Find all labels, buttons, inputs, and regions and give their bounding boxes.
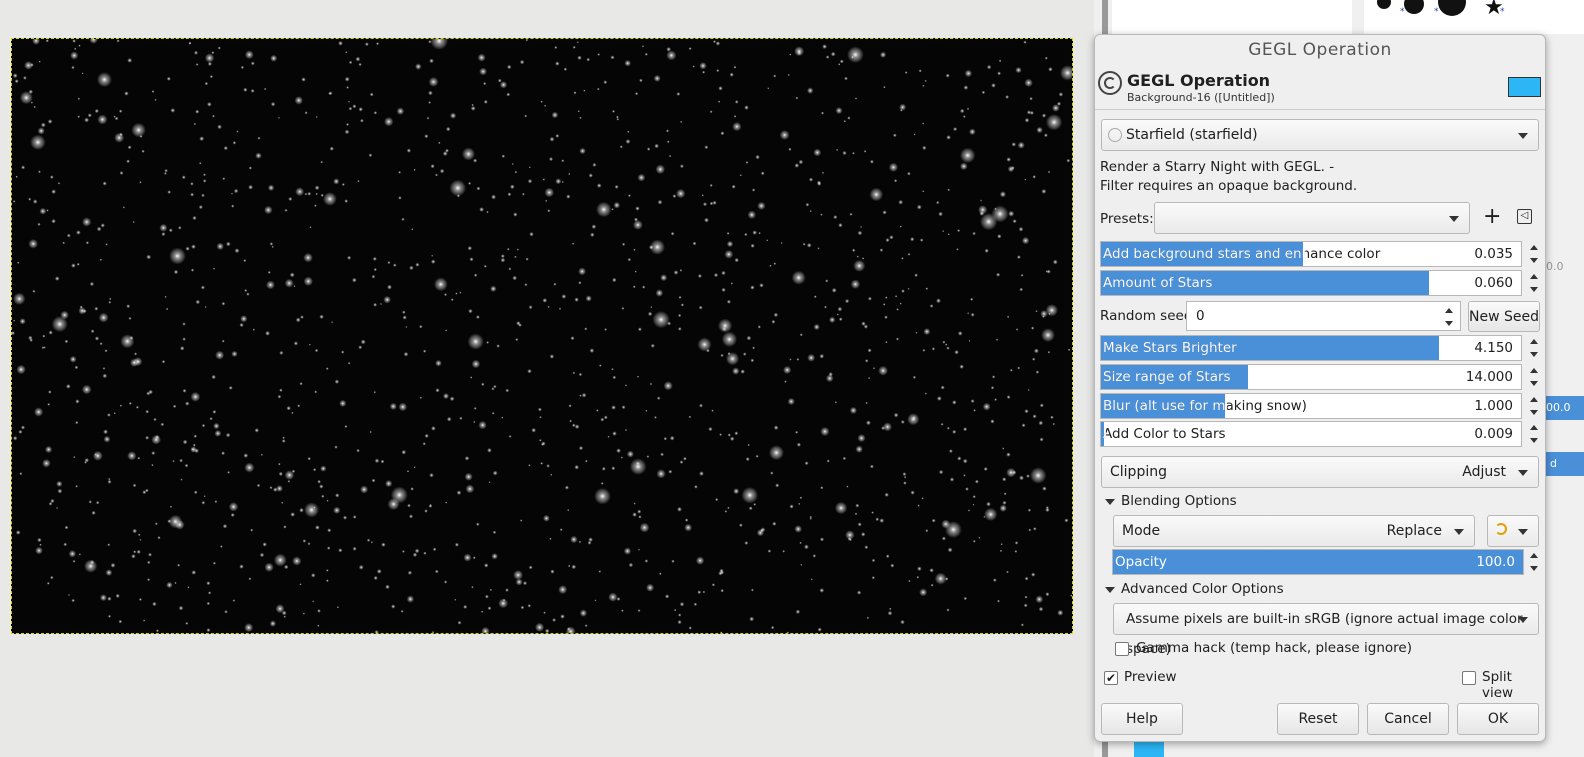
image-canvas[interactable] [11, 38, 1073, 634]
header-title: GEGL Operation [1127, 71, 1271, 90]
partial-value-1: 0.0 [1546, 260, 1564, 273]
composite-mode-select[interactable] [1487, 515, 1539, 547]
random-seed-value: 0 [1196, 308, 1205, 324]
partial-value-2: 00.0 [1546, 396, 1584, 420]
slider-4[interactable]: Blur (alt use for making snow) Blur (alt … [1100, 393, 1522, 419]
help-button[interactable]: Help [1101, 703, 1183, 735]
slider-label-highlight: Amount of Stars [1103, 275, 1213, 291]
slider-label-highlight: Make Stars Brighter [1103, 340, 1237, 356]
chevron-down-icon [1449, 216, 1459, 222]
gamma-hack-label: Gamma hack (temp hack, please ignore) [1136, 640, 1412, 656]
add-preset-icon[interactable]: + [1483, 205, 1501, 229]
advanced-expander-icon[interactable] [1105, 587, 1115, 593]
opacity-value: 100.0 [1476, 554, 1515, 570]
mode-select[interactable]: Mode Replace [1113, 515, 1475, 547]
slider-label-highlight: Blur (alt use for making snow) [1103, 398, 1227, 414]
starfield-image [12, 39, 1072, 633]
opacity-spinner[interactable] [1527, 549, 1541, 575]
gegl-operation-dialog: GEGL Operation GEGL Operation Background… [1094, 34, 1546, 742]
partial-color-swatch [1134, 740, 1164, 757]
svg-text:*: * [1500, 7, 1505, 17]
slider-label-highlight: Add background stars and enhance color [1103, 246, 1305, 262]
presets-label: Presets: [1100, 211, 1154, 227]
slider-label-highlight: Add Color to Stars [1103, 426, 1106, 442]
opacity-fill [1113, 550, 1523, 574]
clipping-select[interactable]: Clipping Adjust [1101, 456, 1539, 488]
dock-panel-top [1112, 0, 1352, 34]
slider-label: Add Color to Stars [1103, 426, 1226, 442]
preview-checkbox[interactable]: ✔ [1104, 671, 1118, 685]
slider-spinner[interactable] [1527, 270, 1541, 296]
split-view-checkbox[interactable] [1462, 671, 1476, 685]
blending-options-header[interactable]: Blending Options [1121, 493, 1237, 509]
layer-color-swatch [1508, 77, 1541, 97]
chevron-down-icon [1518, 617, 1528, 623]
chevron-down-icon [1518, 529, 1528, 535]
svg-text:*: * [1400, 7, 1405, 17]
slider-spinner[interactable] [1527, 364, 1541, 390]
cancel-button[interactable]: Cancel [1367, 703, 1449, 735]
brush-shapes: ★ * * * [1377, 0, 1505, 20]
clipping-label: Clipping [1110, 464, 1167, 480]
chevron-down-icon [1454, 529, 1464, 535]
opacity-label: Opacity [1115, 554, 1167, 570]
svg-text:*: * [1434, 7, 1439, 17]
split-view-label: Split view [1482, 669, 1514, 701]
mode-label: Mode [1122, 523, 1161, 539]
chevron-down-icon [1518, 470, 1528, 476]
preset-menu-icon[interactable]: ◁ [1517, 209, 1532, 224]
slider-value: 0.060 [1474, 275, 1513, 291]
new-seed-button[interactable]: New Seed [1468, 301, 1540, 332]
slider-label-highlight: Size range of Stars [1103, 369, 1231, 385]
brush-preview-panel[interactable]: ★ * * * [1364, 0, 1584, 34]
gegl-icon [1098, 71, 1122, 95]
operation-gegl-icon [1108, 128, 1122, 142]
slider-spinner[interactable] [1527, 393, 1541, 419]
slider-value: 14.000 [1465, 369, 1513, 385]
gamma-hack-checkbox[interactable] [1115, 642, 1129, 656]
advanced-color-header[interactable]: Advanced Color Options [1121, 581, 1284, 597]
description-line-1: Render a Starry Night with GEGL. - [1100, 159, 1335, 175]
presets-select[interactable] [1154, 202, 1470, 234]
random-seed-field[interactable]: 0 [1186, 301, 1461, 331]
blending-expander-icon[interactable] [1105, 499, 1115, 505]
operation-select-value: Starfield (starfield) [1126, 127, 1258, 143]
slider-spinner[interactable] [1527, 421, 1541, 447]
mode-value: Replace [1386, 523, 1442, 539]
slider-0[interactable]: Add background stars and enhance color Ad… [1100, 241, 1522, 267]
reset-icon [1495, 523, 1507, 535]
color-space-select[interactable]: Assume pixels are built-in sRGB (ignore … [1113, 603, 1539, 657]
slider-spinner[interactable] [1527, 241, 1541, 267]
random-seed-label: Random seed [1100, 308, 1193, 324]
random-seed-spinner[interactable] [1442, 304, 1456, 330]
slider-1[interactable]: Amount of Stars Amount of Stars 0.060 [1100, 270, 1522, 296]
partial-selected-row[interactable]: d [1546, 452, 1584, 476]
clipping-value: Adjust [1462, 464, 1506, 480]
slider-value: 0.009 [1474, 426, 1513, 442]
dialog-title: GEGL Operation [1248, 40, 1392, 60]
slider-3[interactable]: Size range of Stars Size range of Stars 14… [1100, 364, 1522, 390]
opacity-slider[interactable]: Opacity 100.0 [1112, 549, 1524, 575]
header-subtitle: Background-16 ([Untitled]) [1127, 91, 1275, 104]
description-line-2: Filter requires an opaque background. [1100, 178, 1358, 194]
slider-value: 1.000 [1474, 398, 1513, 414]
header-separator [1095, 109, 1545, 110]
slider-5[interactable]: Add Color to StarsAdd Color to Stars0.00… [1100, 421, 1522, 447]
operation-select[interactable]: Starfield (starfield) [1101, 119, 1539, 151]
preview-label: Preview [1124, 669, 1177, 685]
slider-2[interactable]: Make Stars Brighter Make Stars Brighter 4.… [1100, 335, 1522, 361]
slider-value: 0.035 [1474, 246, 1513, 262]
reset-button[interactable]: Reset [1277, 703, 1359, 735]
canvas-area[interactable] [0, 0, 1094, 757]
slider-value: 4.150 [1474, 340, 1513, 356]
slider-spinner[interactable] [1527, 335, 1541, 361]
ok-button[interactable]: OK [1457, 703, 1539, 735]
dialog-header: GEGL Operation Background-16 ([Untitled]… [1095, 67, 1545, 107]
chevron-down-icon [1518, 133, 1528, 139]
